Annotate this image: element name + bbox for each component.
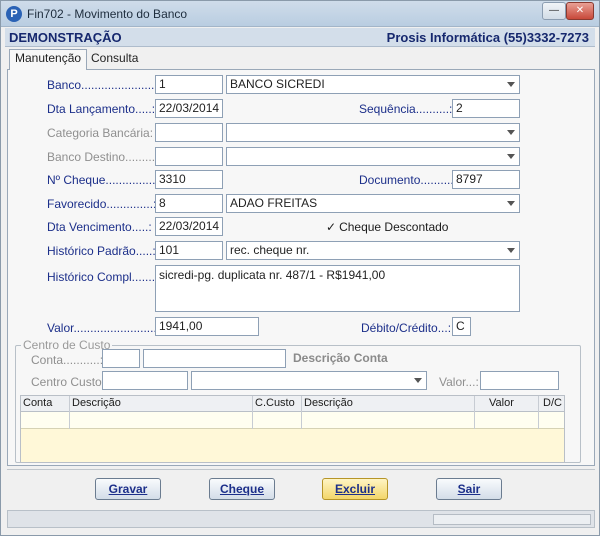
valor-label: Valor............................: <box>47 321 171 335</box>
grid-col-dc[interactable]: D/C <box>543 397 562 409</box>
minimize-button[interactable]: — <box>542 2 566 20</box>
documento-input[interactable]: 8797 <box>452 170 520 189</box>
company-label: DEMONSTRAÇÃO <box>9 30 122 45</box>
banco-name-value: BANCO SICREDI <box>230 77 325 91</box>
historico-compl-label: Histórico Compl.......: <box>47 270 159 284</box>
grid-col-valor[interactable]: Valor <box>489 397 514 409</box>
gravar-button[interactable]: Gravar <box>95 478 161 500</box>
window-title: Fin702 - Movimento do Banco <box>27 7 188 21</box>
historico-padrao-label: Histórico Padrão.....: <box>47 244 156 258</box>
chevron-down-icon <box>507 82 515 87</box>
banco-label: Banco..........................: <box>47 78 172 92</box>
chevron-down-icon <box>507 248 515 253</box>
debito-credito-input[interactable]: C <box>452 317 471 336</box>
cc-valor-input[interactable] <box>480 371 559 390</box>
grid-col-conta[interactable]: Conta <box>23 397 52 409</box>
favorecido-code-input[interactable]: 8 <box>155 194 223 213</box>
banco-code-input[interactable]: 1 <box>155 75 223 94</box>
grid-divider <box>252 396 253 429</box>
descricao-conta-label: Descrição Conta <box>293 351 388 365</box>
chevron-down-icon <box>507 130 515 135</box>
chevron-down-icon <box>507 201 515 206</box>
checkmark-icon: ✓ <box>326 220 337 234</box>
historico-padrao-code-input[interactable]: 101 <box>155 241 223 260</box>
banco-destino-code-input[interactable] <box>155 147 223 166</box>
cheque-button[interactable]: Cheque <box>209 478 275 500</box>
banco-destino-select[interactable] <box>226 147 520 166</box>
sair-button[interactable]: Sair <box>436 478 502 500</box>
dta-lancamento-label: Dta Lançamento.....: <box>47 102 156 116</box>
categoria-label: Categoria Bancária: <box>47 126 154 140</box>
excluir-button[interactable]: Excluir <box>322 478 388 500</box>
chevron-down-icon <box>414 378 422 383</box>
cc-valor-label: Valor...: <box>439 375 479 389</box>
favorecido-name-value: ADAO FREITAS <box>230 196 318 210</box>
status-bar <box>7 510 595 528</box>
cc-conta-label: Conta...........: <box>31 353 104 367</box>
categoria-select[interactable] <box>226 123 520 142</box>
grid-header: Conta Descrição C.Custo Descrição Valor … <box>21 396 564 412</box>
cc-centro-input[interactable] <box>102 371 188 390</box>
cc-centro-label: Centro Custo: <box>31 375 106 389</box>
cc-centro-select[interactable] <box>191 371 427 390</box>
cheque-descontado-label: Cheque Descontado <box>339 220 449 234</box>
categoria-code-input[interactable] <box>155 123 223 142</box>
debito-credito-label: Débito/Crédito...: <box>361 321 452 335</box>
cheque-input[interactable]: 3310 <box>155 170 223 189</box>
banco-name-select[interactable]: BANCO SICREDI <box>226 75 520 94</box>
documento-label: Documento..........: <box>359 173 458 187</box>
valor-input[interactable]: 1941,00 <box>155 317 259 336</box>
title-bar[interactable]: P Fin702 - Movimento do Banco — ✕ <box>1 1 599 27</box>
vendor-contact: Prosis Informática (55)3332-7273 <box>386 30 589 45</box>
table-row[interactable] <box>21 412 564 429</box>
dta-lancamento-input[interactable]: 22/03/2014 <box>155 99 223 118</box>
cheque-label: Nº Cheque...............: <box>47 173 159 187</box>
grid-divider <box>301 396 302 429</box>
grid-col-descricao-2[interactable]: Descrição <box>304 397 353 409</box>
header-band: DEMONSTRAÇÃO Prosis Informática (55)3332… <box>5 28 595 47</box>
grid-col-ccusto[interactable]: C.Custo <box>255 397 295 409</box>
grid-col-descricao[interactable]: Descrição <box>72 397 121 409</box>
centro-custo-grid[interactable]: Conta Descrição C.Custo Descrição Valor … <box>20 395 565 463</box>
grid-divider <box>538 396 539 429</box>
status-segment <box>433 514 591 525</box>
historico-padrao-select[interactable]: rec. cheque nr. <box>226 241 520 260</box>
sequencia-input[interactable]: 2 <box>452 99 520 118</box>
sequencia-label: Sequência..........: <box>359 102 453 116</box>
app-icon: P <box>6 6 22 22</box>
tab-consulta[interactable]: Consulta <box>86 50 143 69</box>
grid-divider <box>474 396 475 429</box>
cc-conta-input[interactable] <box>102 349 140 368</box>
centro-custo-title: Centro de Custo <box>21 338 113 352</box>
main-window: P Fin702 - Movimento do Banco — ✕ DEMONS… <box>0 0 600 536</box>
favorecido-label: Favorecido..............: <box>47 197 157 211</box>
cheque-descontado-checkbox[interactable]: ✓ Cheque Descontado <box>326 220 448 234</box>
banco-destino-label: Banco Destino.........: <box>47 150 159 164</box>
tab-manutencao[interactable]: Manutenção <box>9 49 88 70</box>
historico-padrao-name-value: rec. cheque nr. <box>230 243 310 257</box>
dta-vencimento-label: Dta Vencimento.....: <box>47 220 152 234</box>
favorecido-select[interactable]: ADAO FREITAS <box>226 194 520 213</box>
close-icon: ✕ <box>575 5 585 16</box>
minimize-icon: — <box>549 5 559 16</box>
grid-divider <box>69 396 70 429</box>
cc-conta-desc-input[interactable] <box>143 349 286 368</box>
historico-compl-textarea[interactable]: sicredi-pg. duplicata nr. 487/1 - R$1941… <box>155 265 520 312</box>
chevron-down-icon <box>507 154 515 159</box>
close-button[interactable]: ✕ <box>566 2 594 20</box>
dta-vencimento-input[interactable]: 22/03/2014 <box>155 217 223 236</box>
